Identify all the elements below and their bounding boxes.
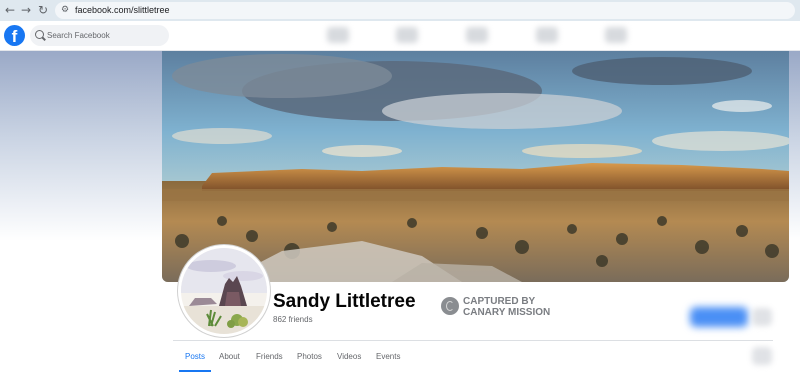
profile-name: Sandy Littletree — [273, 291, 416, 312]
canary-mission-watermark: CAPTURED BY CANARY MISSION — [441, 296, 581, 320]
cover-photo[interactable] — [162, 51, 789, 282]
nav-groups-icon-blurred[interactable] — [536, 27, 558, 43]
search-icon — [35, 30, 44, 39]
tab-about[interactable]: About — [219, 341, 240, 372]
canary-mission-seal-icon — [441, 297, 459, 315]
browser-toolbar: ← → ↻ ⚙ facebook.com/slittletree — [0, 0, 800, 21]
back-arrow-icon[interactable]: ← — [3, 3, 17, 17]
tab-posts[interactable]: Posts — [178, 341, 212, 372]
nav-home-icon-blurred[interactable] — [327, 27, 349, 43]
facebook-header: f — [0, 21, 800, 51]
profile-avatar[interactable] — [178, 245, 270, 337]
search-box[interactable] — [30, 25, 169, 46]
facebook-logo-icon[interactable]: f — [4, 25, 25, 46]
nav-watch-icon-blurred[interactable] — [466, 27, 488, 43]
nav-friends-icon-blurred[interactable] — [396, 27, 418, 43]
secondary-action-button-blurred[interactable] — [752, 308, 772, 326]
search-input[interactable] — [47, 28, 162, 43]
reload-icon[interactable]: ↻ — [36, 3, 50, 17]
tab-events[interactable]: Events — [376, 341, 400, 372]
tab-photos[interactable]: Photos — [297, 341, 322, 372]
site-info-icon[interactable]: ⚙ — [61, 5, 71, 15]
watermark-text: CAPTURED BY CANARY MISSION — [463, 296, 551, 318]
forward-arrow-icon[interactable]: → — [19, 3, 33, 17]
primary-action-button-blurred[interactable] — [690, 307, 748, 327]
tab-friends[interactable]: Friends — [256, 341, 283, 372]
url-text[interactable]: facebook.com/slittletree — [75, 4, 170, 17]
nav-gaming-icon-blurred[interactable] — [605, 27, 627, 43]
more-options-button-blurred[interactable] — [752, 347, 772, 365]
friends-count[interactable]: 862 friends — [273, 315, 313, 324]
tab-videos[interactable]: Videos — [337, 341, 361, 372]
address-bar[interactable]: ⚙ facebook.com/slittletree — [55, 2, 795, 19]
